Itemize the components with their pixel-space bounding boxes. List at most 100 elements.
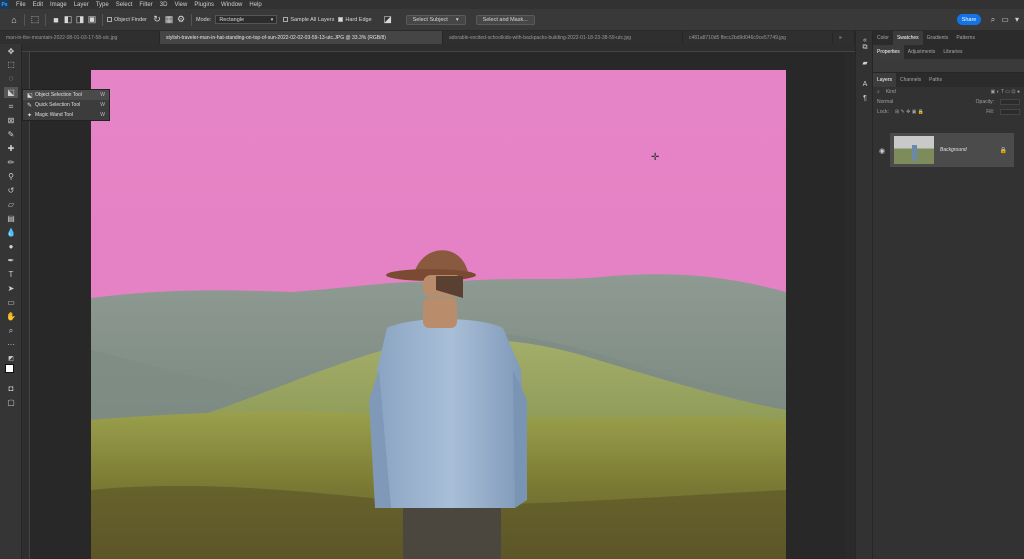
tab-swatches[interactable]: Swatches [892, 31, 923, 45]
move-tool-icon[interactable]: ✥ [4, 46, 18, 57]
vertical-scrollbar[interactable] [845, 52, 855, 559]
gear-icon[interactable]: ⚙ [175, 14, 187, 26]
properties-panel-body [873, 59, 1024, 73]
add-selection-icon[interactable]: ◧ [62, 14, 74, 26]
eye-icon[interactable]: ◉ [879, 147, 885, 155]
menu-window[interactable]: Window [221, 2, 242, 8]
menu-layer[interactable]: Layer [74, 2, 89, 8]
document-tab[interactable]: man-in-the-mountain-2022-08-01-03-17-58-… [0, 31, 160, 44]
tab-adjustments[interactable]: Adjustments [904, 45, 940, 59]
tab-paths[interactable]: Paths [925, 73, 946, 87]
zoom-tool-icon[interactable]: ⌕ [4, 325, 18, 336]
intersect-selection-icon[interactable]: ▣ [86, 14, 98, 26]
quick-mask-icon[interactable]: ◘ [4, 383, 18, 394]
select-subject-button[interactable]: Select Subject ▾ [405, 14, 466, 25]
menu-filter[interactable]: Filter [139, 2, 152, 8]
more-tabs-icon[interactable]: » [833, 31, 855, 44]
frame-tool-icon[interactable]: ⊠ [4, 115, 18, 126]
blur-tool-icon[interactable]: 💧 [4, 227, 18, 238]
brush-tool-icon[interactable]: ✏ [4, 157, 18, 168]
blend-mode-select[interactable]: Normal [877, 99, 893, 105]
rectangle-tool-icon[interactable]: ▭ [4, 297, 18, 308]
hard-edge-toggle[interactable]: Hard Edge [338, 17, 372, 23]
tab-layers[interactable]: Layers [873, 73, 897, 87]
healing-brush-tool-icon[interactable]: ✚ [4, 143, 18, 154]
default-colors-icon[interactable]: ◩ [4, 353, 18, 364]
menu-plugins[interactable]: Plugins [194, 2, 214, 8]
fill-field[interactable] [1000, 109, 1020, 115]
lock-icon: 🔒 [999, 147, 1007, 154]
document-tab[interactable]: c481a8710d5 ffecc2bd9d046c9ce57749.jpg [683, 31, 833, 44]
paragraph-icon[interactable]: ¶ [860, 93, 870, 103]
refresh-icon[interactable]: ↻ [151, 14, 163, 26]
menu-help[interactable]: Help [249, 2, 261, 8]
ps-logo: Ps [0, 0, 9, 9]
flyout-magic-wand-tool[interactable]: ✦ Magic Wand Tool W [23, 110, 109, 120]
new-selection-icon[interactable]: ■ [50, 14, 62, 26]
layer-row[interactable]: Background 🔒 [890, 133, 1014, 167]
hard-edge-checkbox[interactable] [338, 17, 344, 22]
document-tab-bar: man-in-the-mountain-2022-08-01-03-17-58-… [0, 31, 855, 44]
eyedropper-tool-icon[interactable]: ✎ [4, 129, 18, 140]
options-bar: ⌂ ⬚ ■ ◧ ◨ ▣ Object Finder ↻ ▦ ⚙ Mode: Re… [0, 9, 1024, 31]
dodge-tool-icon[interactable]: ● [4, 241, 18, 252]
workspace-menu-icon[interactable]: ▾ [1012, 14, 1022, 25]
comments-icon[interactable]: ▰ [860, 58, 870, 68]
path-selection-tool-icon[interactable]: ➤ [4, 283, 18, 294]
object-finder-label: Object Finder [114, 16, 148, 23]
object-finder-checkbox[interactable] [107, 17, 112, 22]
screen-mode-icon[interactable]: ▢ [4, 397, 18, 408]
share-button[interactable]: Share [957, 14, 981, 25]
menu-image[interactable]: Image [50, 2, 67, 8]
menu-select[interactable]: Select [116, 2, 133, 8]
menu-view[interactable]: View [174, 2, 187, 8]
menu-edit[interactable]: Edit [33, 2, 43, 8]
document-tab[interactable]: adorable-excited-schoolkids-with-backpac… [443, 31, 683, 44]
history-icon[interactable]: ⧉ [860, 43, 870, 53]
filter-icons[interactable]: ▣ ◐ T ▭ ⊡ ● [991, 89, 1021, 95]
blend-mode-row: Normal Opacity: [873, 97, 1024, 107]
mode-select[interactable]: Rectangle ▾ [215, 15, 278, 24]
character-icon[interactable]: A [860, 79, 870, 89]
workspace-icon[interactable]: ▭ [1000, 14, 1010, 25]
tab-channels[interactable]: Channels [896, 73, 925, 87]
object-selection-tool-icon[interactable]: ⬚ [29, 14, 41, 26]
flyout-quick-selection-tool[interactable]: ✎ Quick Selection Tool W [23, 100, 109, 110]
object-selection-tool-icon[interactable]: ⬕ [4, 87, 18, 98]
sample-all-layers-toggle[interactable]: Sample All Layers [283, 17, 334, 23]
crop-tool-icon[interactable]: ⌗ [4, 101, 18, 112]
lasso-tool-icon[interactable]: ◌ [4, 73, 18, 84]
document-canvas[interactable] [91, 70, 786, 559]
tab-color[interactable]: Color [873, 31, 893, 45]
flyout-object-selection-tool[interactable]: ⬕ Object Selection Tool W [23, 90, 109, 100]
object-finder-toggle[interactable]: Object Finder [107, 17, 147, 23]
document-tab-active[interactable]: stylish-traveler-man-in-hat-standing-on-… [160, 31, 443, 44]
kind-filter[interactable]: Kind [886, 89, 896, 95]
more-tools-icon[interactable]: ··· [4, 339, 18, 350]
pen-tool-icon[interactable]: ✒ [4, 255, 18, 266]
foreground-color-swatch[interactable] [5, 364, 14, 373]
eraser-tool-icon[interactable]: ▱ [4, 199, 18, 210]
tab-properties[interactable]: Properties [873, 45, 904, 59]
tab-gradients[interactable]: Gradients [923, 31, 953, 45]
select-and-mask-button[interactable]: Select and Mask... [475, 14, 535, 25]
show-objects-icon[interactable]: ▦ [163, 14, 175, 26]
home-icon[interactable]: ⌂ [8, 14, 20, 26]
type-tool-icon[interactable]: T [4, 269, 18, 280]
lock-icons[interactable]: ⊞ ✎ ✥ ▣ 🔒 [895, 109, 924, 115]
tab-patterns[interactable]: Patterns [952, 31, 979, 45]
clone-stamp-tool-icon[interactable]: ⚲ [4, 171, 18, 182]
tab-libraries[interactable]: Libraries [939, 45, 966, 59]
sample-all-layers-checkbox[interactable] [283, 17, 289, 22]
menu-file[interactable]: File [16, 2, 26, 8]
gradient-tool-icon[interactable]: ▤ [4, 213, 18, 224]
menu-3d[interactable]: 3D [160, 2, 168, 8]
marquee-tool-icon[interactable]: ⬚ [4, 59, 18, 70]
subtract-selection-icon[interactable]: ◨ [74, 14, 86, 26]
opacity-field[interactable] [1000, 99, 1020, 105]
search-icon[interactable]: ⌕ [988, 14, 998, 25]
select-subject-options-icon[interactable]: ◪ [382, 14, 394, 26]
history-brush-tool-icon[interactable]: ↺ [4, 185, 18, 196]
menu-type[interactable]: Type [96, 2, 109, 8]
hand-tool-icon[interactable]: ✋ [4, 311, 18, 322]
